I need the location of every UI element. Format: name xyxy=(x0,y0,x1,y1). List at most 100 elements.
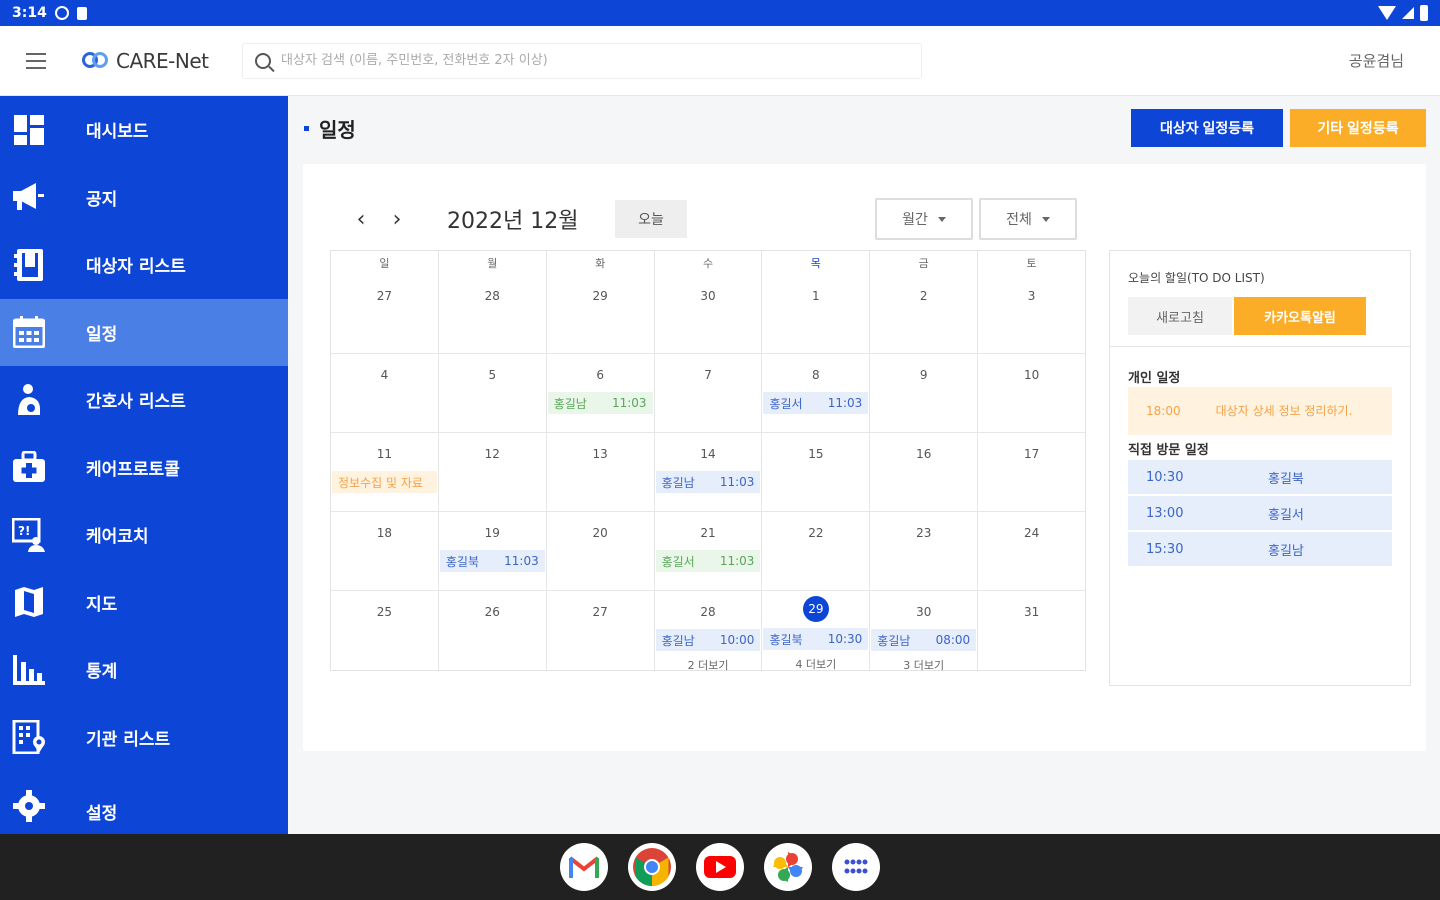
app-logo[interactable]: CARE-Net xyxy=(80,46,230,76)
calendar-day[interactable]: 22 xyxy=(762,512,871,591)
visit-item[interactable]: 13:00 홍길서 xyxy=(1128,496,1392,530)
calendar-day[interactable]: 12 xyxy=(438,433,547,512)
more-events-link[interactable]: 4 더보기 xyxy=(762,656,869,672)
calendar-event[interactable]: 홍길서 11:03 xyxy=(763,392,869,414)
refresh-button[interactable]: 새로고침 xyxy=(1128,297,1232,335)
youtube-icon[interactable] xyxy=(696,843,744,891)
calendar-day[interactable]: 2 xyxy=(870,275,979,354)
day-number: 2 xyxy=(919,289,928,303)
calendar-event[interactable]: 홍길남 08:00 xyxy=(871,629,977,651)
view-select-value: 월간 xyxy=(902,212,928,228)
calendar-event[interactable]: 홍길북 10:30 xyxy=(763,628,869,650)
calendar-day[interactable]: 31 xyxy=(978,591,1085,670)
calendar-day[interactable]: 10 xyxy=(978,354,1086,433)
sidebar-item-label: 케어프로토콜 xyxy=(86,459,180,480)
calendar-day[interactable]: 15 xyxy=(762,433,871,512)
calendar-day[interactable]: 24 xyxy=(978,512,1086,591)
sidebar-item-settings[interactable]: 설정 xyxy=(0,771,288,834)
day-number: 9 xyxy=(919,368,928,382)
visit-item[interactable]: 15:30 홍길남 xyxy=(1128,532,1392,566)
calendar-day[interactable]: 28 xyxy=(438,275,547,354)
more-events-link[interactable]: 2 더보기 xyxy=(655,657,762,673)
calendar-day[interactable]: 6 홍길남 11:03 xyxy=(546,354,655,433)
search-input[interactable] xyxy=(281,53,901,68)
calendar-day[interactable]: 23 xyxy=(870,512,979,591)
visit-name: 홍길서 xyxy=(1268,507,1304,523)
calendar-day[interactable]: 5 xyxy=(438,354,547,433)
personal-schedule-item[interactable]: 18:00 대상자 상세 정보 정리하기. xyxy=(1128,387,1392,435)
calendar-day[interactable]: 13 xyxy=(546,433,655,512)
view-select[interactable]: 월간 xyxy=(875,198,973,240)
sidebar-item-statistics[interactable]: 통계 xyxy=(0,636,288,704)
calendar-day[interactable]: 25 xyxy=(331,591,439,670)
kakao-alert-button[interactable]: 카카오톡알림 xyxy=(1234,297,1366,335)
filter-select[interactable]: 전체 xyxy=(979,198,1077,240)
sidebar-item-label: 케어코치 xyxy=(86,527,149,548)
system-dock xyxy=(0,834,1440,900)
todo-title: 오늘의 할일(TO DO LIST) xyxy=(1128,271,1265,285)
subject-schedule-register-button[interactable]: 대상자 일정등록 xyxy=(1131,109,1283,147)
sidebar-item-institution-list[interactable]: 기관 리스트 xyxy=(0,704,288,772)
today-button[interactable]: 오늘 xyxy=(615,200,687,238)
calendar-day[interactable]: 9 xyxy=(870,354,979,433)
calendar-day[interactable]: 29 홍길북 10:30 4 더보기 xyxy=(762,591,871,672)
prev-month-icon[interactable]: ‹ xyxy=(343,201,379,237)
visit-item[interactable]: 10:30 홍길북 xyxy=(1128,460,1392,494)
calendar-event[interactable]: 홍길북 11:03 xyxy=(439,550,545,572)
calendar-event[interactable]: 홍길서 11:03 xyxy=(655,550,761,572)
event-time: 08:00 xyxy=(935,633,971,647)
other-schedule-register-button[interactable]: 기타 일정등록 xyxy=(1290,109,1426,147)
next-month-icon[interactable]: › xyxy=(379,201,415,237)
sidebar-item-care-coach[interactable]: ?! 케어코치 xyxy=(0,501,288,569)
sidebar-item-label: 공지 xyxy=(86,189,118,210)
calendar-day[interactable]: 3 xyxy=(978,275,1086,354)
app-drawer-icon[interactable] xyxy=(832,843,880,891)
weekday-label: 수 xyxy=(655,251,763,275)
calendar-day[interactable]: 11 정보수집 및 자료 xyxy=(331,433,439,512)
sidebar-item-map[interactable]: 지도 xyxy=(0,569,288,637)
sidebar-item-notice[interactable]: 공지 xyxy=(0,164,288,232)
calendar-day[interactable]: 27 xyxy=(331,275,439,354)
calendar-day[interactable]: 4 xyxy=(331,354,439,433)
day-number: 29 xyxy=(592,289,608,303)
calendar-day[interactable]: 26 xyxy=(439,591,547,670)
status-bar: 3:14 xyxy=(0,0,1440,26)
chevron-down-icon xyxy=(1041,216,1050,222)
more-events-link[interactable]: 3 더보기 xyxy=(870,657,977,673)
calendar-day[interactable]: 27 xyxy=(547,591,655,670)
calendar-day[interactable]: 7 xyxy=(654,354,763,433)
gmail-icon[interactable] xyxy=(560,843,608,891)
sidebar-item-subject-list[interactable]: 대상자 리스트 xyxy=(0,231,288,299)
calendar-event[interactable]: 정보수집 및 자료 xyxy=(332,471,437,493)
calendar-day[interactable]: 8 홍길서 11:03 xyxy=(762,354,871,433)
chrome-icon[interactable] xyxy=(628,843,676,891)
day-number: 11 xyxy=(376,447,393,461)
menu-icon[interactable] xyxy=(0,26,72,96)
calendar-event[interactable]: 홍길남 11:03 xyxy=(655,471,761,493)
calendar-event[interactable]: 홍길남 10:00 xyxy=(655,629,761,651)
calendar-day[interactable]: 1 xyxy=(762,275,871,354)
calendar-day[interactable]: 18 xyxy=(331,512,439,591)
sidebar-item-dashboard[interactable]: 대시보드 xyxy=(0,96,288,164)
user-name[interactable]: 공윤겸님 xyxy=(1349,50,1404,71)
sidebar-item-nurse-list[interactable]: 간호사 리스트 xyxy=(0,366,288,434)
day-number: 12 xyxy=(484,447,500,461)
calendar-day[interactable]: 17 xyxy=(978,433,1086,512)
calendar-day[interactable]: 14 홍길남 11:03 xyxy=(654,433,763,512)
calendar-day[interactable]: 16 xyxy=(870,433,979,512)
calendar-day[interactable]: 30 xyxy=(654,275,763,354)
day-number: 31 xyxy=(1023,605,1040,619)
sidebar-item-schedule[interactable]: 일정 xyxy=(0,298,288,366)
visit-schedule-label: 직접 방문 일정 xyxy=(1128,443,1209,458)
calendar-day[interactable]: 20 xyxy=(546,512,655,591)
calendar-event[interactable]: 홍길남 11:03 xyxy=(547,392,653,414)
day-number: 14 xyxy=(700,447,716,461)
calendar-day[interactable]: 28 홍길남 10:00 2 더보기 xyxy=(655,591,763,673)
calendar-day[interactable]: 21 홍길서 11:03 xyxy=(654,512,763,591)
photos-icon[interactable] xyxy=(764,843,812,891)
search-bar[interactable] xyxy=(242,42,922,79)
calendar-day[interactable]: 19 홍길북 11:03 xyxy=(438,512,547,591)
calendar-day[interactable]: 29 xyxy=(546,275,655,354)
calendar-day[interactable]: 30 홍길남 08:00 3 더보기 xyxy=(870,591,979,673)
sidebar-item-care-protocol[interactable]: 케어프로토콜 xyxy=(0,434,288,502)
